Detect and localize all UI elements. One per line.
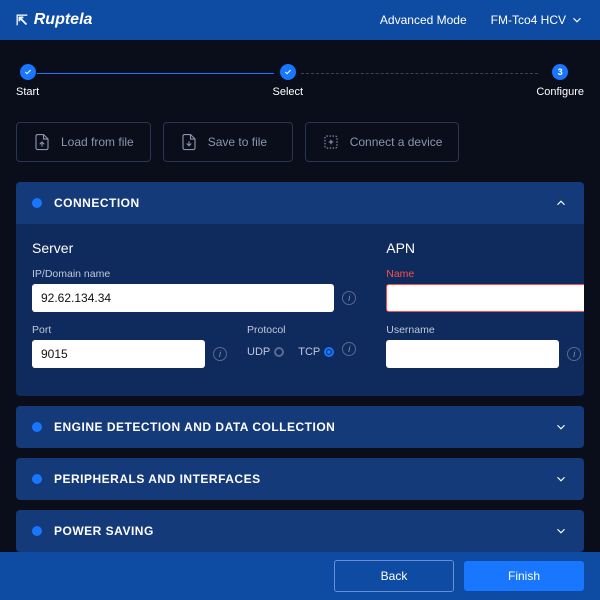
stepper: Start Select 3 Configure (0, 40, 600, 114)
connect-device-button[interactable]: Connect a device (305, 122, 460, 162)
panel-header-power[interactable]: POWER SAVING (16, 510, 584, 552)
step-line (301, 73, 538, 74)
ip-input[interactable] (32, 284, 334, 312)
protocol-udp-option[interactable]: UDP (247, 346, 284, 358)
info-icon[interactable]: i (213, 347, 227, 361)
username-label: Username (386, 324, 581, 336)
panel-title: POWER SAVING (54, 524, 154, 538)
apn-name-input[interactable] (386, 284, 584, 312)
panel-title: ENGINE DETECTION AND DATA COLLECTION (54, 420, 335, 434)
load-from-file-button[interactable]: Load from file (16, 122, 151, 162)
radio-icon (324, 347, 334, 357)
step-label: Select (272, 86, 303, 98)
panel-title: CONNECTION (54, 196, 140, 210)
step-circle-done (20, 64, 36, 80)
apn-name-label: Name (386, 268, 584, 280)
chevron-up-icon (554, 196, 568, 210)
brand-text: Ruptela (34, 11, 93, 29)
chevron-down-icon (554, 472, 568, 486)
info-icon[interactable]: i (567, 347, 581, 361)
button-label: Connect a device (350, 135, 443, 149)
step-line (37, 73, 274, 74)
save-to-file-button[interactable]: Save to file (163, 122, 293, 162)
step-label: Start (16, 86, 39, 98)
download-file-icon (180, 133, 198, 151)
step-configure[interactable]: 3 Configure (536, 64, 584, 98)
protocol-label: Protocol (247, 324, 356, 336)
plus-device-icon (322, 133, 340, 151)
radio-icon (274, 347, 284, 357)
panel-header-connection[interactable]: CONNECTION (16, 182, 584, 224)
step-select[interactable]: Select (272, 64, 303, 98)
apn-column: APN Name i Username i (386, 240, 584, 380)
brand-icon: ⇱ (16, 12, 28, 29)
panel-body-connection: Server IP/Domain name i Port i (16, 224, 584, 396)
panel-connection: CONNECTION Server IP/Domain name i Port (16, 182, 584, 396)
step-start[interactable]: Start (16, 64, 39, 98)
device-selector[interactable]: FM-Tco4 HCV (491, 13, 584, 27)
actions-row: Load from file Save to file Connect a de… (0, 114, 600, 182)
ip-label: IP/Domain name (32, 268, 356, 280)
protocol-radio-group: UDP TCP (247, 340, 334, 358)
finish-button[interactable]: Finish (464, 561, 584, 591)
server-column: Server IP/Domain name i Port i (32, 240, 356, 380)
check-icon (24, 68, 32, 76)
server-heading: Server (32, 240, 356, 256)
panel-status-dot (32, 526, 42, 536)
upload-file-icon (33, 133, 51, 151)
chevron-down-icon (554, 524, 568, 538)
username-input[interactable] (386, 340, 559, 368)
port-input[interactable] (32, 340, 205, 368)
step-circle-active: 3 (552, 64, 568, 80)
panel-status-dot (32, 422, 42, 432)
chevron-down-icon (554, 420, 568, 434)
main-content: Start Select 3 Configure Load from file … (0, 40, 600, 552)
footer-bar: Back Finish (0, 552, 600, 600)
step-label: Configure (536, 86, 584, 98)
device-label: FM-Tco4 HCV (491, 13, 566, 27)
panel-status-dot (32, 198, 42, 208)
apn-heading: APN (386, 240, 584, 256)
panel-header-engine[interactable]: ENGINE DETECTION AND DATA COLLECTION (16, 406, 584, 448)
radio-label: TCP (298, 346, 320, 358)
header-bar: ⇱ Ruptela Advanced Mode FM-Tco4 HCV (0, 0, 600, 40)
brand-logo: ⇱ Ruptela (16, 11, 92, 29)
panel-power: POWER SAVING (16, 510, 584, 552)
advanced-mode-link[interactable]: Advanced Mode (380, 13, 467, 27)
step-circle-done (280, 64, 296, 80)
back-button[interactable]: Back (334, 560, 454, 592)
panel-header-peripherals[interactable]: PERIPHERALS AND INTERFACES (16, 458, 584, 500)
button-label: Load from file (61, 135, 134, 149)
panel-engine: ENGINE DETECTION AND DATA COLLECTION (16, 406, 584, 448)
protocol-tcp-option[interactable]: TCP (298, 346, 334, 358)
chevron-down-icon (570, 13, 584, 27)
panel-peripherals: PERIPHERALS AND INTERFACES (16, 458, 584, 500)
panel-title: PERIPHERALS AND INTERFACES (54, 472, 261, 486)
info-icon[interactable]: i (342, 291, 356, 305)
info-icon[interactable]: i (342, 342, 356, 356)
port-label: Port (32, 324, 227, 336)
panel-status-dot (32, 474, 42, 484)
button-label: Save to file (208, 135, 267, 149)
radio-label: UDP (247, 346, 270, 358)
check-icon (284, 68, 292, 76)
